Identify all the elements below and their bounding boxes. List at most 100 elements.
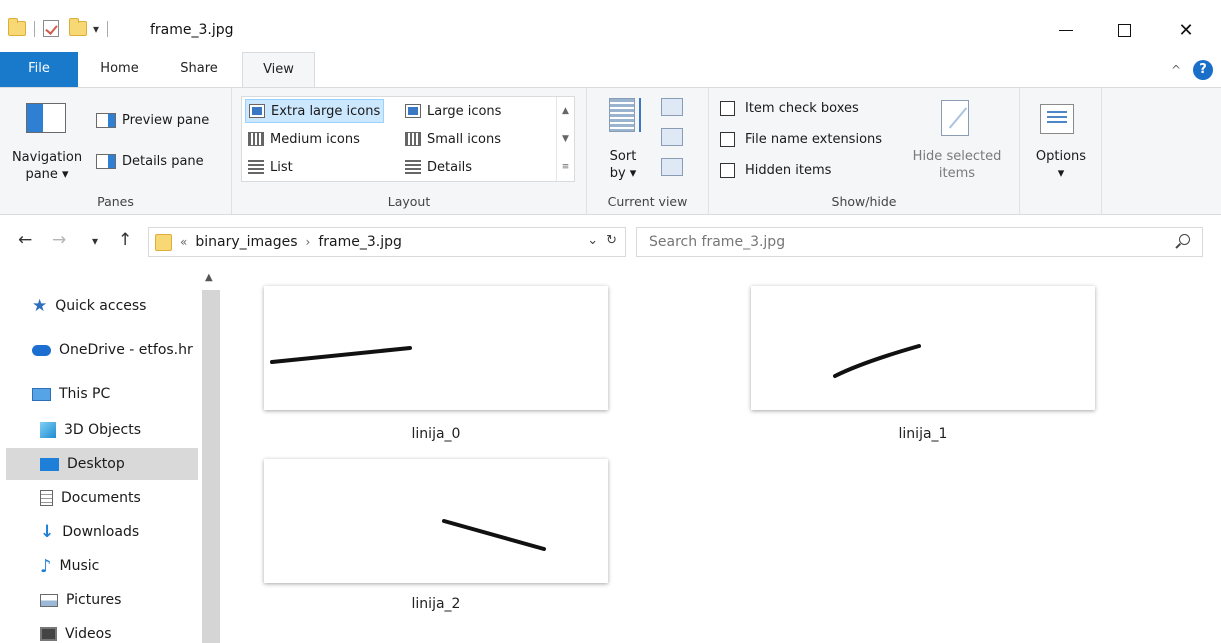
current-view-group-label: Current view: [607, 194, 688, 209]
details-option[interactable]: Details: [402, 155, 475, 179]
options-button[interactable]: Options ▾: [1020, 148, 1102, 182]
sidebar-item-music[interactable]: ♪ Music: [0, 550, 198, 582]
new-folder-icon[interactable]: [69, 18, 87, 36]
options-icon[interactable]: [1040, 104, 1074, 134]
list-icon: [248, 160, 264, 174]
preview-pane-button[interactable]: Preview pane: [96, 109, 209, 131]
extra-large-icons-option[interactable]: Extra large icons: [245, 99, 385, 123]
minimize-ribbon-icon[interactable]: ^: [1171, 63, 1181, 77]
breadcrumb-frame-3[interactable]: frame_3.jpg: [318, 234, 402, 250]
group-by-icon[interactable]: [661, 98, 683, 116]
item-check-boxes-toggle[interactable]: Item check boxes: [720, 97, 859, 119]
file-name[interactable]: linija_0: [264, 426, 608, 442]
hidden-items-toggle[interactable]: Hidden items: [720, 159, 831, 181]
sidebar-label: Music: [59, 558, 100, 574]
hide-selected-button: Hide selected items: [905, 148, 1009, 182]
music-icon: ♪: [40, 555, 52, 577]
tab-file[interactable]: File: [0, 52, 78, 87]
sidebar-item-3d-objects[interactable]: 3D Objects: [0, 414, 198, 446]
tab-share[interactable]: Share: [168, 52, 230, 87]
sidebar-item-videos[interactable]: Videos: [0, 618, 198, 643]
address-bar[interactable]: « binary_images › frame_3.jpg ⌄ ↻: [148, 227, 626, 257]
layout-group-label: Layout: [387, 194, 431, 209]
search-icon[interactable]: [1179, 234, 1190, 245]
refresh-icon[interactable]: ↻: [606, 233, 617, 248]
scroll-up-icon[interactable]: ▲: [205, 272, 213, 283]
file-name-extensions-toggle[interactable]: File name extensions: [720, 128, 882, 150]
minimize-button[interactable]: [1043, 14, 1089, 46]
scroll-up-icon[interactable]: ▲: [562, 106, 569, 116]
pictures-icon: [40, 593, 58, 607]
scrollbar-thumb[interactable]: [202, 290, 220, 643]
sidebar-item-desktop[interactable]: Desktop: [6, 448, 198, 480]
address-history-icon[interactable]: ⌄: [587, 233, 598, 248]
navigation-pane-icon[interactable]: [26, 103, 66, 133]
details-pane-button[interactable]: Details pane: [96, 150, 204, 172]
file-thumbnail[interactable]: [264, 459, 608, 583]
close-button[interactable]: ✕: [1163, 14, 1209, 46]
details-pane-label: Details pane: [122, 153, 204, 169]
file-thumbnail[interactable]: [751, 286, 1095, 410]
file-thumbnail[interactable]: [264, 286, 608, 410]
address-tail: ⌄ ↻: [587, 233, 617, 248]
file-name-extensions-checkbox[interactable]: [720, 131, 735, 147]
file-name[interactable]: linija_1: [751, 426, 1095, 442]
sort-icon[interactable]: [609, 98, 635, 132]
sidebar-label: Videos: [65, 626, 112, 642]
search-input[interactable]: Search frame_3.jpg: [636, 227, 1203, 257]
minimize-icon: [1059, 29, 1073, 31]
add-columns-icon[interactable]: [661, 128, 683, 146]
folder-icon: [155, 233, 172, 251]
sidebar-item-downloads[interactable]: ↓ Downloads: [0, 516, 198, 548]
sort-by-button[interactable]: Sort by ▾: [601, 148, 645, 182]
item-check-boxes-checkbox[interactable]: [720, 100, 735, 116]
panes-group-label: Panes: [97, 194, 134, 209]
separator: [107, 20, 109, 37]
line-image: [442, 519, 546, 551]
forward-icon[interactable]: →: [52, 230, 66, 250]
navigation-pane: ★ Quick access OneDrive - etfos.hr This …: [0, 268, 222, 643]
sidebar-label: 3D Objects: [64, 422, 142, 438]
large-icons-option[interactable]: Large icons: [402, 99, 504, 123]
list-label: List: [270, 159, 293, 175]
small-icons-option[interactable]: Small icons: [402, 127, 504, 151]
overflow-icon[interactable]: «: [180, 235, 187, 249]
properties-icon[interactable]: [43, 20, 59, 37]
layout-scroll[interactable]: ▲ ▼ ≡: [556, 97, 574, 181]
back-icon[interactable]: ←: [18, 230, 32, 250]
download-icon: ↓: [40, 522, 55, 542]
hidden-items-checkbox[interactable]: [720, 162, 735, 178]
sidebar-scrollbar[interactable]: ▲: [200, 268, 222, 643]
size-columns-icon[interactable]: [661, 158, 683, 176]
customize-toolbar-icon[interactable]: ▾: [93, 22, 99, 36]
file-view: linija_0 linija_1 linija_2: [222, 258, 1221, 643]
recent-locations-icon[interactable]: ▾: [92, 234, 98, 248]
star-icon: ★: [32, 296, 48, 316]
expand-gallery-icon[interactable]: ≡: [562, 162, 570, 172]
medium-icons-option[interactable]: Medium icons: [245, 127, 363, 151]
sidebar-item-documents[interactable]: Documents: [0, 482, 198, 514]
up-icon[interactable]: ↑: [118, 230, 132, 250]
tab-view[interactable]: View: [242, 52, 315, 88]
navigation-pane-button[interactable]: Navigation pane ▾: [8, 149, 86, 183]
sidebar-label: OneDrive - etfos.hr: [59, 342, 193, 358]
large-icons-label: Large icons: [427, 103, 502, 119]
breadcrumb-binary-images[interactable]: binary_images: [195, 234, 297, 250]
quick-access-toolbar: ▾: [8, 18, 110, 37]
sidebar-item-quick-access[interactable]: ★ Quick access: [32, 290, 198, 322]
sidebar-item-pictures[interactable]: Pictures: [0, 584, 198, 616]
tab-home[interactable]: Home: [87, 52, 152, 87]
computer-icon: [32, 387, 51, 401]
sidebar-item-onedrive[interactable]: OneDrive - etfos.hr: [32, 334, 198, 366]
maximize-button[interactable]: [1101, 14, 1147, 46]
help-icon[interactable]: ?: [1193, 60, 1213, 80]
details-label: Details: [427, 159, 473, 175]
sidebar-item-this-pc[interactable]: This PC: [32, 378, 198, 410]
ribbon-tabs: File Home Share View ^ ?: [0, 52, 1221, 88]
line-image: [270, 346, 412, 364]
list-option[interactable]: List: [245, 155, 296, 179]
file-name[interactable]: linija_2: [264, 596, 608, 612]
scroll-down-icon[interactable]: ▼: [562, 134, 569, 144]
medium-icons-icon: [248, 132, 264, 146]
breadcrumb-separator[interactable]: ›: [306, 235, 311, 249]
